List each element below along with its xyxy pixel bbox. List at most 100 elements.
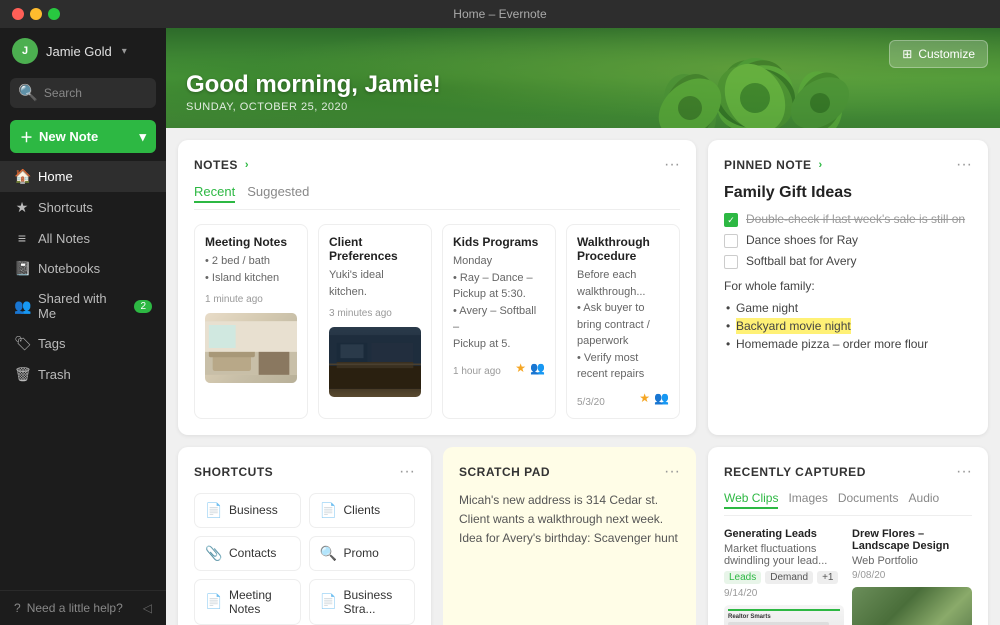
note-time: 3 minutes ago bbox=[329, 308, 421, 319]
note-detail: Before each walkthrough...• Ask buyer to… bbox=[577, 267, 669, 383]
collapse-icon[interactable]: ◁ bbox=[143, 601, 152, 615]
shortcut-label: Contacts bbox=[229, 546, 276, 560]
recent-item-subtitle: Web Portfolio bbox=[852, 555, 972, 567]
note-footer: 1 hour ago ★ 👥 bbox=[453, 358, 545, 377]
sidebar-item-tags[interactable]: 🏷 Tags bbox=[0, 328, 166, 359]
bullet-item: Game night bbox=[724, 299, 972, 317]
note-detail: Monday• Ray – Dance –Pickup at 5:30.• Av… bbox=[453, 253, 545, 352]
close-button[interactable] bbox=[12, 8, 24, 20]
search-bar[interactable]: 🔍 bbox=[10, 78, 156, 108]
shortcut-item-promo[interactable]: 🔍 Promo bbox=[309, 536, 416, 571]
tab-images[interactable]: Images bbox=[788, 491, 827, 509]
note-detail: Yuki's ideal kitchen. bbox=[329, 267, 421, 300]
shortcut-item-contacts[interactable]: 📎 Contacts bbox=[194, 536, 301, 571]
help-text[interactable]: Need a little help? bbox=[27, 601, 123, 615]
shortcut-label: Business bbox=[229, 503, 278, 517]
checkbox[interactable] bbox=[724, 234, 738, 248]
shortcut-item-clients[interactable]: 📄 Clients bbox=[309, 493, 416, 528]
notes-grid: Meeting Notes • 2 bed / bath• Island kit… bbox=[194, 224, 680, 419]
note-item[interactable]: Client Preferences Yuki's ideal kitchen.… bbox=[318, 224, 432, 419]
shortcut-label: Meeting Notes bbox=[229, 588, 290, 616]
help-icon: ? bbox=[14, 601, 21, 615]
main-content: Good morning, Jamie! SUNDAY, OCTOBER 25,… bbox=[166, 28, 1000, 625]
notes-title: NOTES bbox=[194, 158, 238, 172]
notes-icon: ≡ bbox=[14, 230, 30, 246]
shortcuts-menu-icon[interactable]: ··· bbox=[399, 463, 415, 481]
customize-button[interactable]: ⊞ Customize bbox=[889, 40, 988, 68]
checkbox[interactable]: ✓ bbox=[724, 213, 738, 227]
checklist-text: Dance shoes for Ray bbox=[746, 233, 858, 247]
sidebar-item-shortcuts[interactable]: ★ Shortcuts bbox=[0, 192, 166, 223]
note-title: Client Preferences bbox=[329, 235, 421, 263]
user-name: Jamie Gold bbox=[46, 44, 112, 59]
sidebar-item-label: Tags bbox=[38, 336, 65, 351]
living-room-image bbox=[205, 313, 297, 383]
recent-menu-icon[interactable]: ··· bbox=[956, 463, 972, 481]
checklist-item[interactable]: Dance shoes for Ray bbox=[724, 233, 972, 248]
shortcut-item-meeting-notes[interactable]: 📄 Meeting Notes bbox=[194, 579, 301, 625]
pinned-title: PINNED NOTE bbox=[724, 158, 812, 172]
recent-item-title: Generating Leads bbox=[724, 528, 844, 540]
user-profile[interactable]: J Jamie Gold ▾ bbox=[0, 28, 166, 74]
sidebar-item-label: Trash bbox=[38, 367, 71, 382]
trash-icon: 🗑 bbox=[14, 366, 30, 383]
succulent-decoration bbox=[630, 28, 880, 128]
tab-web-clips[interactable]: Web Clips bbox=[724, 491, 778, 509]
note-title: Kids Programs bbox=[453, 235, 545, 249]
recent-thumbnail: Realtor Smarts bbox=[724, 605, 844, 625]
notebook-icon: 📓 bbox=[14, 260, 30, 277]
recent-tags: Leads Demand +1 bbox=[724, 571, 844, 584]
tab-recent[interactable]: Recent bbox=[194, 184, 235, 203]
new-note-button[interactable]: ＋ New Note ▾ bbox=[10, 120, 156, 153]
shortcut-item-business-stra[interactable]: 📄 Business Stra... bbox=[309, 579, 416, 625]
tag-more[interactable]: +1 bbox=[817, 571, 838, 584]
note-thumbnail bbox=[205, 313, 297, 383]
customize-label: Customize bbox=[918, 47, 975, 61]
shortcuts-card: SHORTCUTS ··· 📄 Business 📄 Clients bbox=[178, 447, 431, 625]
shortcut-item-business[interactable]: 📄 Business bbox=[194, 493, 301, 528]
tab-audio[interactable]: Audio bbox=[909, 491, 940, 509]
traffic-lights bbox=[12, 8, 60, 20]
scratch-content[interactable]: Micah's new address is 314 Cedar st. Cli… bbox=[459, 491, 680, 549]
checklist-item[interactable]: ✓ Double-check if last week's sale is st… bbox=[724, 212, 972, 227]
checkbox[interactable] bbox=[724, 255, 738, 269]
note-item[interactable]: Walkthrough Procedure Before each walkth… bbox=[566, 224, 680, 419]
bullet-item: Backyard movie night bbox=[724, 317, 972, 335]
tab-suggested[interactable]: Suggested bbox=[247, 184, 309, 203]
notes-menu-icon[interactable]: ··· bbox=[664, 156, 680, 174]
recent-thumbnail bbox=[852, 587, 972, 625]
chevron-down-icon: ▾ bbox=[139, 129, 146, 145]
maximize-button[interactable] bbox=[48, 8, 60, 20]
tags-icon: 🏷 bbox=[14, 335, 30, 352]
scratch-menu-icon[interactable]: ··· bbox=[664, 463, 680, 481]
search-input[interactable] bbox=[44, 86, 148, 100]
recent-item-landscape[interactable]: Drew Flores – Landscape Design Web Portf… bbox=[852, 528, 972, 625]
sidebar-item-home[interactable]: 🏠 Home bbox=[0, 161, 166, 192]
recent-item-leads[interactable]: Generating Leads Market fluctuations dwi… bbox=[724, 528, 844, 625]
sidebar-item-shared[interactable]: 👥 Shared with Me 2 bbox=[0, 284, 166, 328]
minimize-button[interactable] bbox=[30, 8, 42, 20]
pinned-menu-icon[interactable]: ··· bbox=[956, 156, 972, 174]
pinned-note-title: Family Gift Ideas bbox=[724, 184, 972, 202]
checklist-item[interactable]: Softball bat for Avery bbox=[724, 254, 972, 269]
tag[interactable]: Demand bbox=[765, 571, 813, 584]
scratch-pad-card: SCRATCH PAD ··· Micah's new address is 3… bbox=[443, 447, 696, 625]
note-item[interactable]: Kids Programs Monday• Ray – Dance –Picku… bbox=[442, 224, 556, 419]
shortcut-label: Clients bbox=[344, 503, 381, 517]
shortcuts-grid: 📄 Business 📄 Clients 📎 Contacts 🔍 bbox=[194, 493, 415, 625]
star-icon: ★ bbox=[515, 361, 526, 375]
note-thumbnail bbox=[329, 327, 421, 397]
greeting-text: Good morning, Jamie! bbox=[186, 71, 441, 99]
note-time: 1 minute ago bbox=[205, 294, 297, 305]
shortcut-label: Business Stra... bbox=[344, 588, 405, 616]
note-title: Meeting Notes bbox=[205, 235, 297, 249]
note-item[interactable]: Meeting Notes • 2 bed / bath• Island kit… bbox=[194, 224, 308, 419]
tab-documents[interactable]: Documents bbox=[838, 491, 899, 509]
sidebar-item-all-notes[interactable]: ≡ All Notes bbox=[0, 223, 166, 253]
note-time: 5/3/20 bbox=[577, 397, 605, 408]
tag[interactable]: Leads bbox=[724, 571, 761, 584]
search-icon: 🔍 bbox=[320, 545, 336, 562]
sidebar-item-trash[interactable]: 🗑 Trash bbox=[0, 359, 166, 390]
sidebar-item-notebooks[interactable]: 📓 Notebooks bbox=[0, 253, 166, 284]
shortcuts-title: SHORTCUTS bbox=[194, 465, 273, 479]
